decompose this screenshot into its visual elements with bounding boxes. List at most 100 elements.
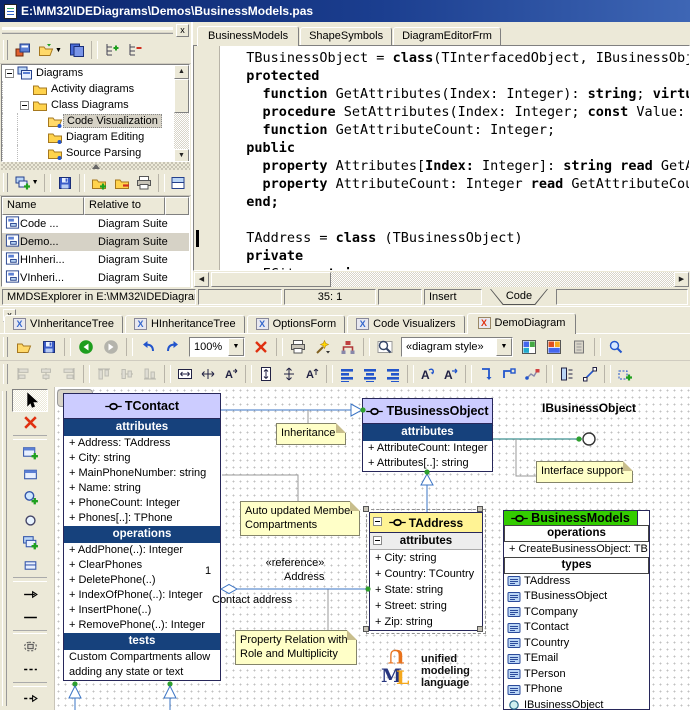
page-button[interactable]: [567, 336, 591, 359]
align-vcenter-button[interactable]: [116, 364, 138, 385]
align-right-button[interactable]: [58, 364, 80, 385]
tree-item-activity-diagrams[interactable]: Activity diagrams: [2, 81, 189, 97]
section-operations[interactable]: operations: [504, 525, 649, 542]
tree-scrollbar[interactable]: ▲ ▼: [174, 65, 189, 161]
type-item[interactable]: TPerson: [504, 667, 649, 683]
column-icon[interactable]: [165, 197, 189, 215]
dropdown-arrow-icon[interactable]: ▼: [228, 338, 244, 356]
section-operations[interactable]: operations: [64, 526, 220, 543]
dock-grip[interactable]: x: [0, 22, 191, 37]
member-item[interactable]: + City: string: [64, 451, 220, 466]
collapse-box-icon[interactable]: [373, 536, 382, 545]
code-lines[interactable]: TBusinessObject = class(TInterfacedObjec…: [220, 46, 689, 270]
open-folder-drop-button[interactable]: ▼: [35, 40, 65, 61]
collapse-box-icon[interactable]: [373, 517, 382, 526]
uml-class-taddress[interactable]: TAddressattributes+ City: string+ Countr…: [369, 512, 483, 631]
member-item[interactable]: + City: string: [370, 550, 482, 566]
member-item[interactable]: + Zip: string: [370, 614, 482, 630]
selection-handle[interactable]: [477, 506, 483, 512]
member-item[interactable]: Custom Compartments allow: [64, 650, 220, 665]
scatter-button[interactable]: [614, 364, 636, 385]
column-relative-to[interactable]: Relative to: [84, 197, 165, 215]
diagram-add-button[interactable]: ▼: [12, 172, 41, 193]
note-inheritance[interactable]: Inheritance: [276, 423, 346, 445]
uml-class-tcontact[interactable]: TContactattributes+ Address: TAddress+ C…: [63, 393, 221, 681]
member-item[interactable]: + PhoneCount: Integer: [64, 496, 220, 511]
code-tab-label[interactable]: Code: [491, 289, 547, 304]
diagram-list[interactable]: Name Relative to Code ...Diagram SuiteDe…: [1, 196, 190, 287]
class-tool[interactable]: [12, 464, 48, 487]
save-all-button[interactable]: [66, 40, 88, 61]
member-item[interactable]: + Street: string: [370, 598, 482, 614]
scroll-down-icon[interactable]: ▼: [174, 149, 189, 162]
font-arrow-button[interactable]: A: [440, 364, 462, 385]
type-item[interactable]: TPhone: [504, 682, 649, 698]
diagram-list-row[interactable]: Demo...Diagram Suite: [2, 233, 189, 251]
save-button[interactable]: [37, 336, 61, 359]
scroll-right-icon[interactable]: ▶: [674, 272, 689, 287]
zoom-combo[interactable]: 100%▼: [189, 337, 245, 357]
unit-tab-diagrameditorfrm[interactable]: DiagramEditorFrm: [393, 27, 501, 45]
section-types[interactable]: types: [504, 557, 649, 574]
type-item[interactable]: TAddress: [504, 574, 649, 590]
member-item[interactable]: adding any state or text: [64, 665, 220, 680]
redo-button[interactable]: [161, 336, 185, 359]
new-diagram-button[interactable]: [12, 40, 34, 61]
type-item[interactable]: TEmail: [504, 651, 649, 667]
print-button[interactable]: [286, 336, 310, 359]
class-header[interactable]: TBusinessObject: [363, 399, 492, 424]
member-item[interactable]: + DeletePhone(..): [64, 573, 220, 588]
text-left-button[interactable]: [336, 364, 358, 385]
document-tab-optionsform[interactable]: XOptionsForm: [247, 315, 346, 333]
document-tab-demodiagram[interactable]: XDemoDiagram: [467, 313, 577, 334]
tree-item-code-visualization[interactable]: Code Visualization: [2, 113, 189, 129]
diagram-list-row[interactable]: Code ...Diagram Suite: [2, 215, 189, 233]
section-attributes[interactable]: attributes: [370, 533, 482, 550]
scroll-left-icon[interactable]: ◀: [194, 272, 209, 287]
dropdown-arrow-icon[interactable]: ▼: [32, 179, 39, 186]
code-view-tab[interactable]: Code: [484, 289, 554, 305]
undo-button[interactable]: [136, 336, 160, 359]
unit-tab-businessmodels[interactable]: BusinessModels: [197, 26, 299, 46]
member-item[interactable]: + Attributes[..]: string: [363, 456, 492, 471]
section-attributes[interactable]: attributes: [363, 424, 492, 441]
text-center-button[interactable]: [359, 364, 381, 385]
diagrams-tree[interactable]: ▲ ▼ DiagramsActivity diagramsClass Diagr…: [1, 64, 190, 162]
note-auto-updated[interactable]: Auto updated Member Compartments: [240, 501, 360, 536]
diagram-canvas[interactable]: IBusinessObject 1 «reference» Address Co…: [55, 387, 690, 710]
toolbar-grip[interactable]: [3, 40, 8, 59]
open-folder-button[interactable]: [12, 336, 36, 359]
object-add-tool[interactable]: [12, 531, 48, 554]
type-item[interactable]: TContact: [504, 620, 649, 636]
member-item[interactable]: + ClearPhones: [64, 558, 220, 573]
document-tab-hinheritancetree[interactable]: XHInheritanceTree: [125, 315, 245, 333]
section-tests[interactable]: tests: [64, 633, 220, 650]
class-header[interactable]: TAddress: [370, 513, 482, 533]
space-h-button[interactable]: [197, 364, 219, 385]
toolbar-grip[interactable]: [3, 173, 8, 191]
tree-expand-button[interactable]: [101, 40, 123, 61]
relation-line-tool[interactable]: [12, 606, 48, 629]
diagram-list-row[interactable]: VInheri...Diagram Suite: [2, 269, 189, 287]
delete-tool[interactable]: [12, 412, 48, 435]
scroll-up-icon[interactable]: ▲: [174, 65, 189, 79]
align-hcenter-button[interactable]: [35, 364, 57, 385]
compartments-button[interactable]: [556, 364, 578, 385]
member-item[interactable]: + CreateBusinessObject: TB: [504, 542, 649, 558]
document-tab-code-visualizers[interactable]: XCode Visualizers: [347, 315, 464, 333]
tree-collapse-button[interactable]: [124, 40, 146, 61]
align-left-button[interactable]: [12, 364, 34, 385]
close-panel-button[interactable]: x: [176, 24, 189, 37]
selection-handle[interactable]: [363, 506, 369, 512]
conn-corner1-button[interactable]: [475, 364, 497, 385]
member-item[interactable]: + RemovePhone(..): Integer: [64, 618, 220, 633]
align-top-button[interactable]: [93, 364, 115, 385]
section-attributes[interactable]: attributes: [64, 419, 220, 436]
pointer-tool[interactable]: [12, 389, 48, 412]
split-button[interactable]: [168, 172, 189, 193]
hscroll-track[interactable]: [331, 272, 674, 287]
dashed-arrow-tool[interactable]: [12, 688, 48, 710]
auto-width-button[interactable]: A: [220, 364, 242, 385]
save-button[interactable]: [54, 172, 75, 193]
relation-arrow-tool[interactable]: [12, 583, 48, 606]
